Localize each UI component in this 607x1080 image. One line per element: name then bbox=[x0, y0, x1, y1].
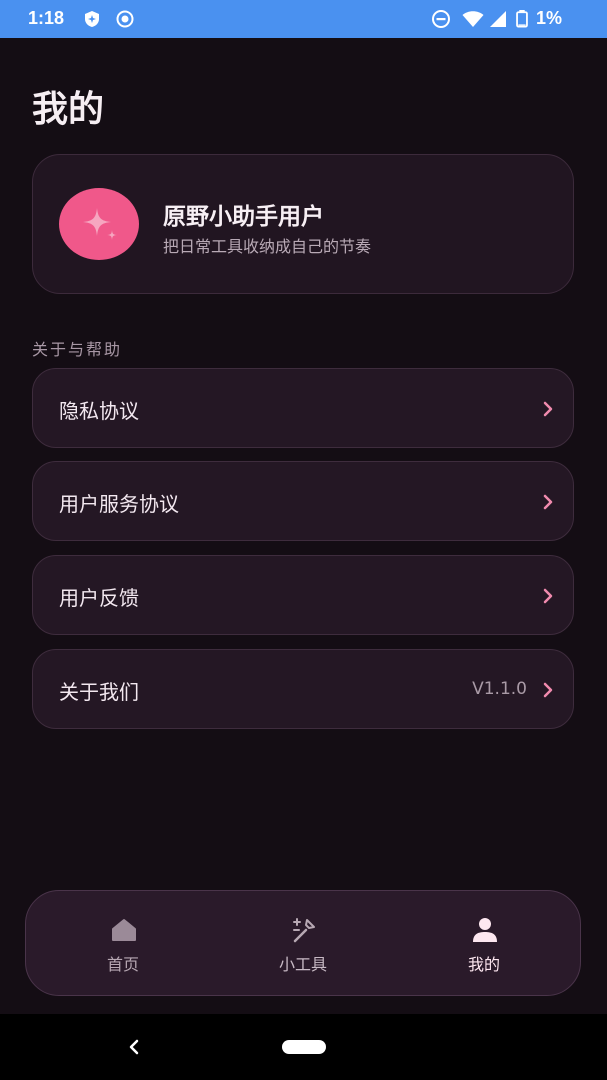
section-title: 关于与帮助 bbox=[32, 340, 123, 359]
tab-tools[interactable]: 小工具 bbox=[243, 891, 363, 997]
tab-label: 我的 bbox=[467, 955, 500, 974]
do-not-disturb-icon bbox=[432, 10, 450, 28]
chevron-right-icon bbox=[543, 494, 553, 510]
tab-home[interactable]: 首页 bbox=[63, 891, 183, 997]
signal-icon bbox=[490, 11, 506, 27]
menu-item-about[interactable]: 关于我们 V1.1.0 bbox=[32, 649, 574, 729]
battery-icon bbox=[516, 10, 528, 28]
battery-percent: 1% bbox=[536, 8, 563, 28]
home-pill[interactable] bbox=[282, 1040, 326, 1054]
magic-wand-icon bbox=[293, 918, 315, 943]
menu-item-label: 用户反馈 bbox=[59, 586, 139, 610]
avatar bbox=[59, 188, 139, 260]
menu-item-privacy[interactable]: 隐私协议 bbox=[32, 368, 574, 448]
menu-item-label: 关于我们 bbox=[59, 680, 139, 704]
wifi-icon bbox=[462, 11, 484, 27]
bottom-tab-bar: 首页 小工具 我的 bbox=[25, 890, 581, 996]
tab-mine[interactable]: 我的 bbox=[424, 891, 544, 997]
menu-item-feedback[interactable]: 用户反馈 bbox=[32, 555, 574, 635]
menu-item-label: 隐私协议 bbox=[59, 399, 139, 423]
tab-label: 首页 bbox=[106, 955, 139, 974]
version-text: V1.1.0 bbox=[472, 679, 527, 699]
back-icon[interactable] bbox=[127, 1038, 141, 1056]
menu-item-label: 用户服务协议 bbox=[59, 492, 179, 516]
chevron-right-icon bbox=[543, 588, 553, 604]
status-bar: 1:18 1% bbox=[0, 0, 607, 38]
status-time: 1:18 bbox=[28, 8, 65, 28]
profile-subtitle: 把日常工具收纳成自己的节奏 bbox=[163, 237, 372, 256]
page-title: 我的 bbox=[32, 89, 105, 130]
shield-icon bbox=[85, 11, 99, 27]
home-icon bbox=[112, 919, 136, 941]
chevron-right-icon bbox=[543, 401, 553, 417]
profile-name: 原野小助手用户 bbox=[163, 204, 324, 230]
chevron-right-icon bbox=[543, 682, 553, 698]
tab-label: 小工具 bbox=[278, 955, 327, 974]
person-icon bbox=[473, 918, 497, 942]
record-icon bbox=[116, 10, 134, 28]
system-nav-bar bbox=[0, 1014, 607, 1080]
menu-item-user-agreement[interactable]: 用户服务协议 bbox=[32, 461, 574, 541]
sparkle-icon bbox=[83, 208, 117, 240]
profile-card[interactable]: 原野小助手用户 把日常工具收纳成自己的节奏 bbox=[32, 154, 574, 294]
